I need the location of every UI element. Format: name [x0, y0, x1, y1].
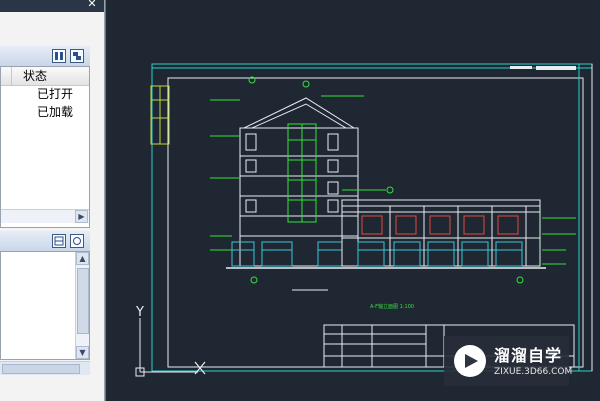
watermark: 溜溜自学 ZIXUE.3D66.COM	[444, 336, 573, 386]
scroll-up-icon[interactable]: ▲	[76, 252, 89, 265]
status-text: 已加载	[37, 105, 74, 119]
watermark-url: ZIXUE.3D66.COM	[494, 367, 573, 377]
panel-title-bar: ✕	[0, 0, 104, 12]
side-stamp	[150, 85, 170, 145]
left-panel: ✕ 状态 已打开 已加载 ▶ ▲ ▼	[0, 0, 105, 401]
building-elevation	[226, 97, 546, 269]
panel-bottom-scrollbar[interactable]	[0, 361, 90, 375]
scroll-right-icon[interactable]: ▶	[75, 210, 88, 223]
sheet-code-mark	[510, 66, 576, 70]
scroll-down-icon[interactable]: ▼	[76, 346, 89, 359]
column-status-label: 状态	[23, 69, 48, 83]
details-toolbar	[0, 231, 90, 252]
references-list: 状态 已打开 已加载 ▶	[0, 66, 90, 228]
horizontal-scrollbar[interactable]: ▶	[1, 209, 89, 223]
status-text: 已打开	[37, 87, 74, 101]
y-axis-label: Y	[135, 305, 144, 320]
list-item[interactable]: 已打开	[1, 85, 91, 103]
scroll-thumb[interactable]	[2, 364, 80, 374]
tree-view-icon[interactable]	[52, 49, 66, 63]
details-pane: ▲ ▼	[0, 251, 90, 360]
annotations	[210, 76, 576, 291]
vertical-scrollbar[interactable]: ▲ ▼	[75, 252, 89, 359]
column-header-status[interactable]: 状态	[1, 67, 89, 86]
close-icon[interactable]: ✕	[86, 0, 98, 10]
list-view-icon[interactable]	[70, 49, 84, 63]
watermark-brand: 溜溜自学	[494, 346, 563, 365]
preview-icon[interactable]	[70, 234, 84, 248]
scroll-thumb[interactable]	[77, 268, 89, 334]
drawing-caption: A-F轴立面图 1:100	[370, 303, 414, 310]
details-view-icon[interactable]	[52, 234, 66, 248]
list-item[interactable]: 已加载	[1, 103, 91, 121]
logo-icon	[454, 345, 486, 377]
references-toolbar	[0, 46, 90, 67]
